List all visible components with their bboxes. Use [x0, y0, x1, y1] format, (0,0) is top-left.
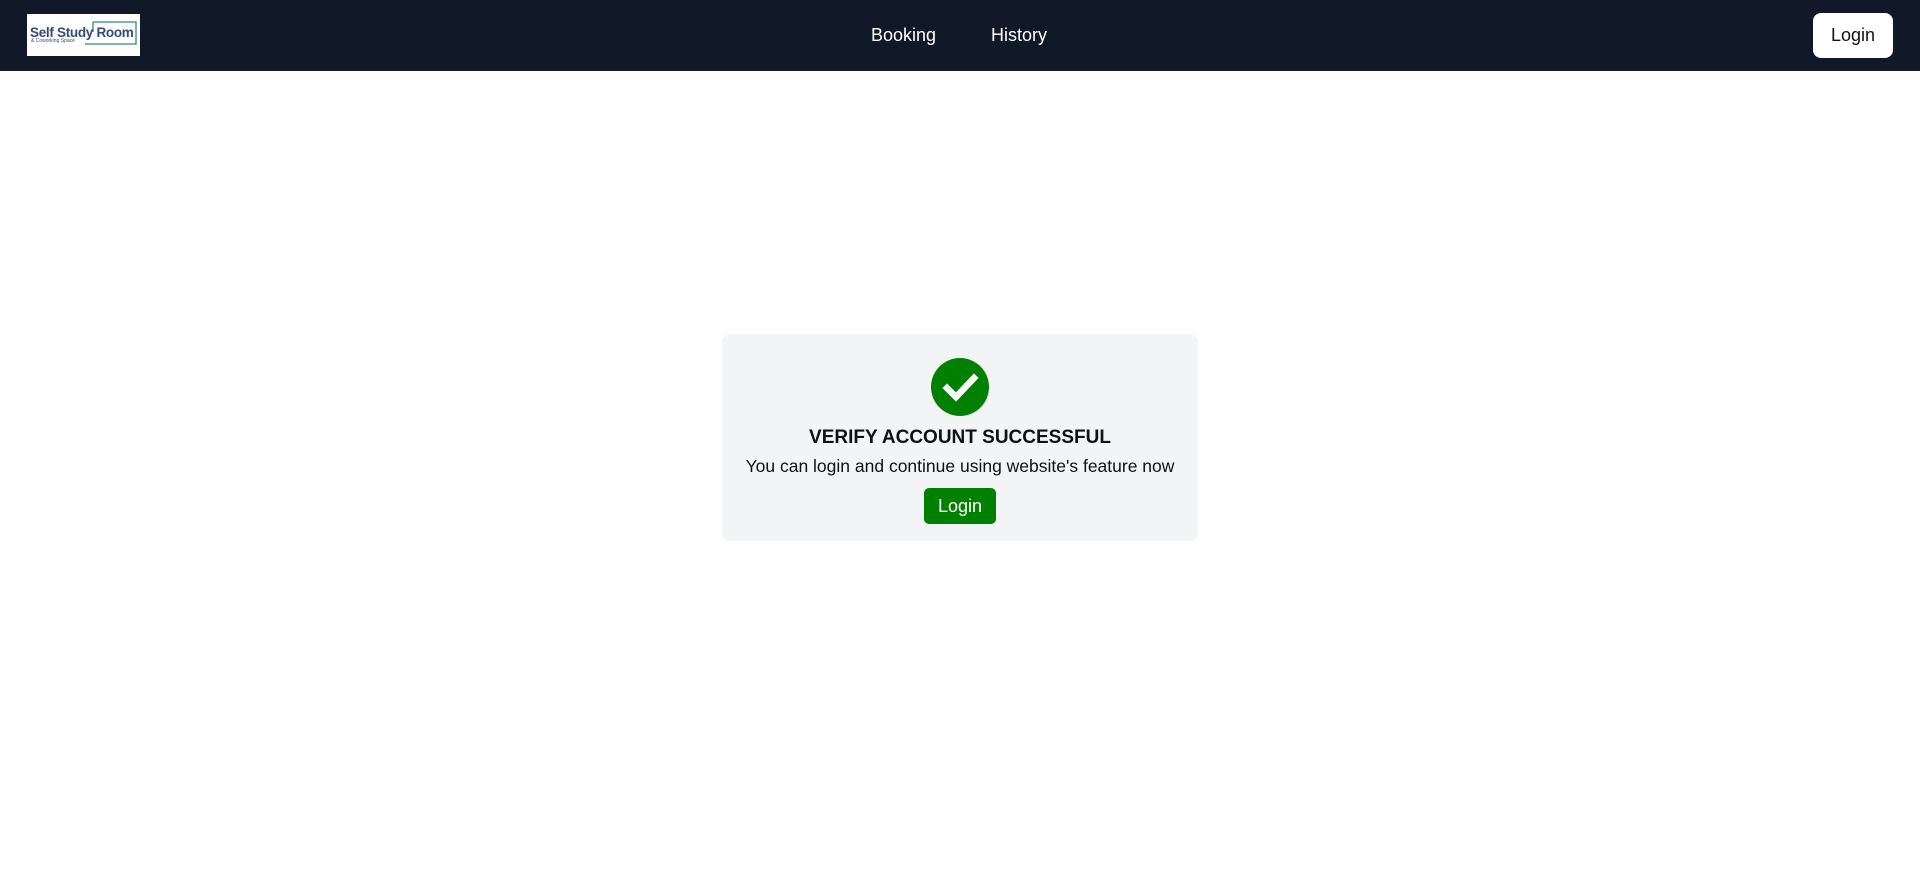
verify-message: You can login and continue using website…	[745, 456, 1175, 476]
header-login-button[interactable]: Login	[1813, 13, 1893, 58]
card-login-button[interactable]: Login	[924, 488, 996, 524]
nav-link-history[interactable]: History	[991, 24, 1047, 46]
top-navbar: Self Study Room & Coworking Space Bookin…	[0, 0, 1920, 71]
main-nav: Booking History	[0, 0, 1920, 71]
verify-success-card: VERIFY ACCOUNT SUCCESSFUL You can login …	[722, 334, 1198, 541]
check-circle-icon	[931, 358, 989, 416]
verify-title: VERIFY ACCOUNT SUCCESSFUL	[809, 427, 1111, 448]
nav-link-booking[interactable]: Booking	[871, 24, 936, 46]
